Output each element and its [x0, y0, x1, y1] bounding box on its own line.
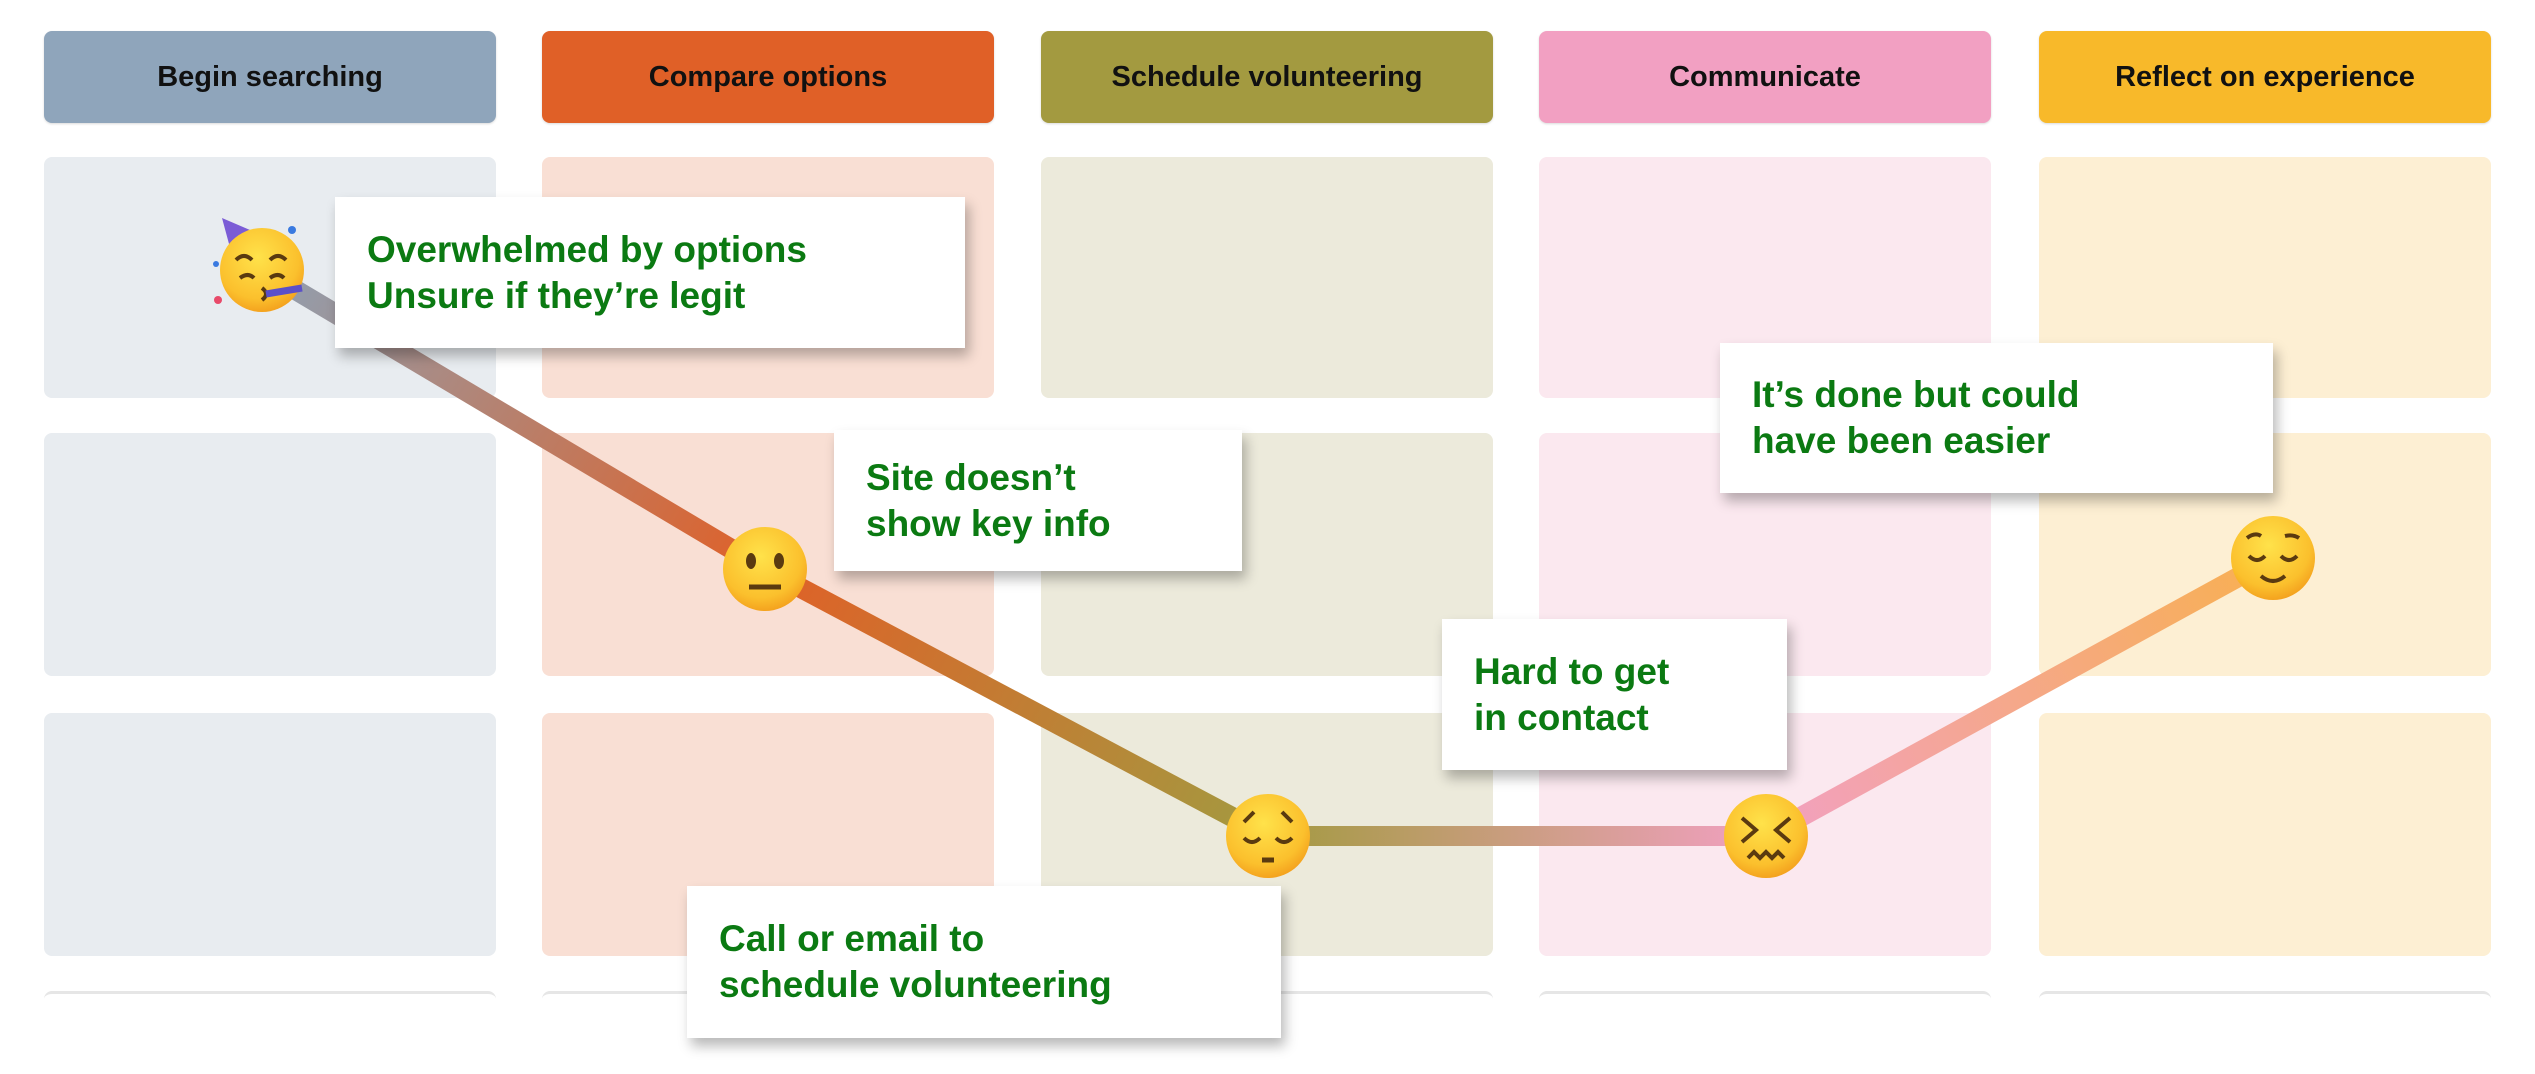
- partying-face-icon: [213, 218, 304, 312]
- curve-segment: [760, 560, 1273, 845]
- callout-call-email: Call or email to schedule volunteering: [687, 886, 1281, 1038]
- callout-overwhelmed: Overwhelmed by options Unsure if they’re…: [335, 197, 965, 348]
- callout-line: have been easier: [1752, 420, 2051, 461]
- callout-line: Unsure if they’re legit: [367, 274, 746, 316]
- callout-line: show key info: [866, 502, 1111, 544]
- relieved-face-icon: [2231, 516, 2315, 600]
- callout-line: Call or email to: [719, 918, 985, 959]
- pensive-face-icon: [1226, 794, 1310, 878]
- confounded-face-icon: [1724, 794, 1808, 878]
- callout-line: Hard to get: [1474, 650, 1670, 692]
- callout-done: It’s done but could have been easier: [1720, 343, 2273, 493]
- callout-site-info: Site doesn’t show key info: [834, 430, 1242, 571]
- callout-line: in contact: [1474, 696, 1649, 738]
- neutral-face-icon: [723, 527, 807, 611]
- callout-line: Overwhelmed by options: [367, 228, 807, 270]
- callout-line: It’s done but could: [1752, 374, 2080, 415]
- callout-hard-contact: Hard to get in contact: [1442, 619, 1787, 770]
- callout-line: schedule volunteering: [719, 964, 1112, 1005]
- callout-line: Site doesn’t: [866, 456, 1076, 498]
- curve-segment: [1761, 549, 2278, 845]
